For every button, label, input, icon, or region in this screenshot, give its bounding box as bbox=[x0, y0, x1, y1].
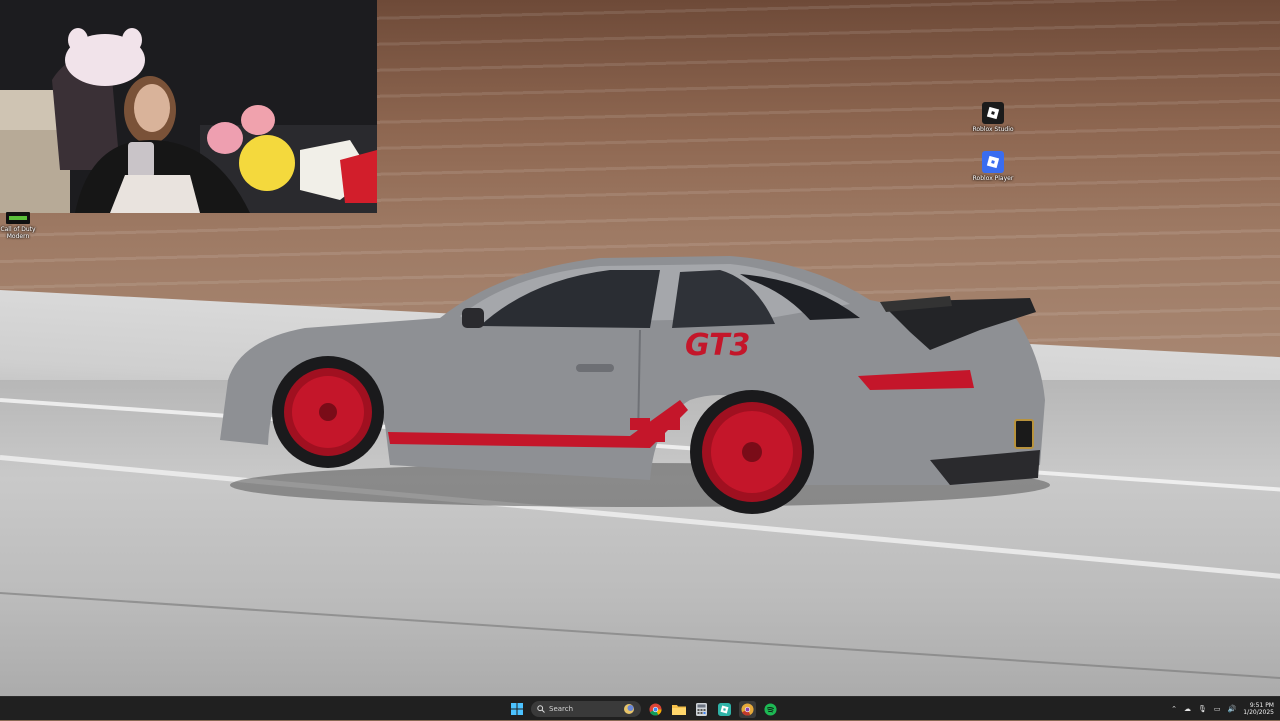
taskbar-apps: Search bbox=[508, 697, 779, 721]
spotify-icon bbox=[764, 702, 777, 716]
desktop-icon-call-of-duty[interactable]: Call of Duty Modern bbox=[0, 212, 41, 240]
windows-start-icon bbox=[510, 703, 523, 715]
desktop-icon-label: Call of Duty Modern bbox=[0, 226, 36, 240]
calculator-icon bbox=[696, 702, 707, 716]
desktop-icon-roblox-studio[interactable]: Roblox Studio bbox=[970, 102, 1016, 133]
system-tray: ⌃ ☁ 🎙 ▭ 🔊 9:51 PM 1/20/2025 bbox=[1171, 697, 1274, 721]
taskbar-spotify[interactable] bbox=[762, 701, 779, 718]
chrome-canary-icon bbox=[741, 702, 754, 716]
desktop-icon-label: Roblox Studio bbox=[972, 126, 1014, 133]
volume-icon[interactable]: 🔊 bbox=[1228, 705, 1237, 713]
taskbar-search-box[interactable]: Search bbox=[531, 701, 641, 717]
file-explorer-icon bbox=[671, 705, 686, 715]
call-of-duty-icon bbox=[6, 212, 30, 224]
porsche-car-image: GT3 bbox=[220, 256, 1050, 514]
taskbar-clock[interactable]: 9:51 PM 1/20/2025 bbox=[1243, 702, 1274, 716]
clock-date: 1/20/2025 bbox=[1243, 709, 1274, 716]
taskbar-chrome[interactable] bbox=[647, 701, 664, 718]
desktop-icon-roblox-player[interactable]: Roblox Player bbox=[970, 151, 1016, 182]
roblox-icon bbox=[718, 702, 731, 716]
network-icon[interactable]: ▭ bbox=[1214, 705, 1221, 713]
gt3-decal: GT3 bbox=[685, 328, 750, 363]
taskbar-roblox[interactable] bbox=[716, 701, 733, 718]
taskbar-calculator[interactable] bbox=[693, 701, 710, 718]
webcam-image bbox=[0, 0, 377, 213]
taskbar-file-explorer[interactable] bbox=[670, 701, 687, 718]
desktop-icon-label: Roblox Player bbox=[972, 175, 1014, 182]
search-placeholder: Search bbox=[549, 705, 574, 713]
search-icon bbox=[537, 705, 545, 713]
roblox-player-icon bbox=[982, 151, 1004, 173]
taskbar: Search ⌃ ☁ 🎙 ▭ 🔊 9:51 PM 1/20/2025 bbox=[0, 696, 1280, 720]
taskbar-chrome-canary[interactable] bbox=[739, 700, 756, 718]
roblox-studio-icon bbox=[982, 102, 1004, 124]
cloud-icon[interactable]: ☁ bbox=[1184, 705, 1191, 713]
search-highlight-icon bbox=[624, 704, 634, 714]
clock-time: 9:51 PM bbox=[1249, 702, 1274, 709]
chrome-icon bbox=[649, 702, 662, 716]
chevron-up-icon[interactable]: ⌃ bbox=[1171, 705, 1177, 713]
webcam-overlay bbox=[0, 0, 377, 213]
microphone-icon[interactable]: 🎙 bbox=[1198, 705, 1207, 713]
start-button[interactable] bbox=[508, 701, 525, 718]
